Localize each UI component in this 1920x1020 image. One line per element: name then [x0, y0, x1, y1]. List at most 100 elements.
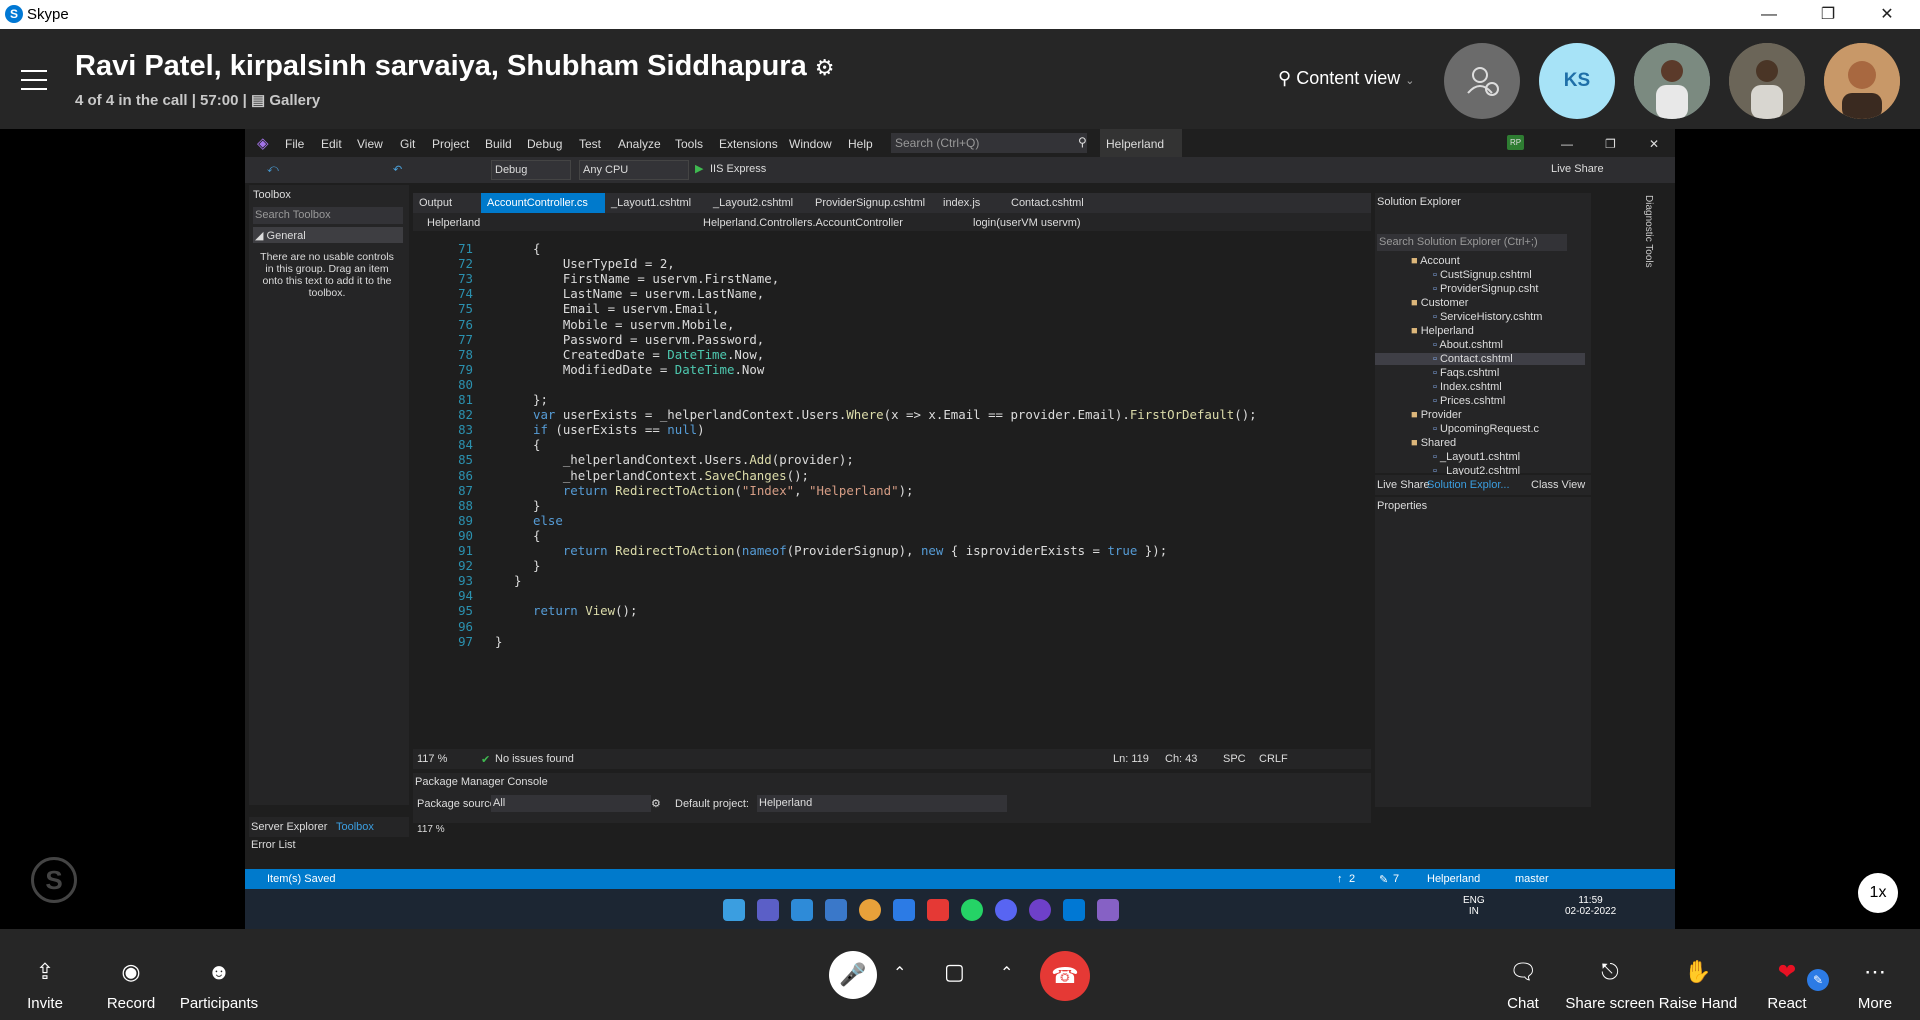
video-options-chevron-icon[interactable]: ⌃ — [1000, 963, 1013, 983]
menu-analyze[interactable]: Analyze — [618, 137, 661, 151]
status-up-count[interactable]: 2 — [1349, 873, 1355, 885]
participant-avatar-photo-3[interactable] — [1824, 43, 1900, 119]
restore-icon[interactable]: ❐ — [1805, 0, 1851, 29]
menu-help[interactable]: Help — [848, 137, 873, 151]
tab-contact[interactable]: Contact.cshtml — [1011, 197, 1084, 209]
menu-git[interactable]: Git — [400, 137, 415, 151]
solution-file[interactable]: ▫ ProviderSignup.csht — [1433, 283, 1538, 295]
teams-icon[interactable] — [757, 899, 779, 921]
share-screen-button[interactable]: ⎋ Share screen — [1565, 929, 1655, 1020]
menu-view[interactable]: View — [357, 137, 383, 151]
more-button[interactable]: ⋯ More — [1830, 929, 1920, 1020]
diagnostic-tools-tab[interactable]: Diagnostic Tools — [1643, 195, 1654, 268]
solution-file[interactable]: ▫ Prices.cshtml — [1433, 395, 1505, 407]
tab-accountcontroller[interactable]: AccountController.cs — [481, 193, 605, 213]
playback-speed-button[interactable]: 1x — [1858, 873, 1898, 913]
run-target[interactable]: IIS Express — [710, 163, 766, 175]
tab-solution-explorer[interactable]: Solution Explor... — [1427, 479, 1510, 491]
vs-close-icon[interactable]: ✕ — [1649, 137, 1659, 151]
content-view-button[interactable]: ⚲ Content view ⌄ — [1278, 68, 1415, 89]
vs-search-box[interactable]: Search (Ctrl+Q) — [891, 133, 1087, 153]
solution-folder[interactable]: ■ Account — [1411, 255, 1460, 267]
add-participant-avatar[interactable] — [1444, 43, 1520, 119]
solution-folder[interactable]: ■ Shared — [1411, 437, 1456, 449]
file-explorer-icon[interactable] — [893, 899, 915, 921]
pmc-project-select[interactable]: Helperland — [757, 795, 1007, 812]
vscode-icon[interactable] — [791, 899, 813, 921]
raise-hand-button[interactable]: ✋ Raise Hand — [1653, 929, 1743, 1020]
solution-folder[interactable]: ■ Customer — [1411, 297, 1468, 309]
solution-file[interactable]: ▫ Contact.cshtml — [1375, 353, 1585, 365]
chrome-icon[interactable] — [859, 899, 881, 921]
hang-up-button[interactable]: ☎ — [1040, 951, 1090, 1001]
chat-button[interactable]: 🗨 Chat — [1478, 929, 1568, 1020]
menu-file[interactable]: File — [285, 137, 304, 151]
mic-options-chevron-icon[interactable]: ⌃ — [893, 963, 906, 983]
tab-class-view[interactable]: Class View — [1531, 479, 1585, 491]
issues-status[interactable]: No issues found — [495, 753, 574, 765]
vs-minimize-icon[interactable]: — — [1561, 137, 1573, 151]
pmc-source-select[interactable]: All — [491, 795, 651, 812]
solution-file[interactable]: ▫ CustSignup.cshtml — [1433, 269, 1532, 281]
menu-window[interactable]: Window — [789, 137, 832, 151]
whatsapp-icon[interactable] — [961, 899, 983, 921]
menu-icon[interactable] — [21, 70, 47, 97]
video-off-icon[interactable]: ▢ — [944, 959, 965, 985]
solution-file[interactable]: ▫ UpcomingRequest.c — [1433, 423, 1539, 435]
tab-toolbox[interactable]: Toolbox — [336, 821, 374, 833]
editor-zoom[interactable]: 117 % — [417, 753, 447, 765]
language-indicator[interactable]: ENG IN — [1463, 895, 1485, 917]
tab-layout2[interactable]: _Layout2.cshtml — [713, 197, 793, 209]
code-editor[interactable]: 71 {72 UserTypeId = 2, 73 FirstName = user… — [413, 231, 1371, 739]
tab-output[interactable]: Output — [419, 197, 452, 209]
nav-class[interactable]: Helperland.Controllers.AccountController — [703, 217, 903, 229]
nav-member[interactable]: login(userVM uservm) — [973, 217, 1081, 229]
status-branch[interactable]: master — [1515, 873, 1549, 885]
visual-studio-taskbar-icon[interactable] — [1097, 899, 1119, 921]
solution-folder[interactable]: ■ Helperland — [1411, 325, 1474, 337]
settings-gear-icon[interactable]: ⚙ — [651, 797, 661, 810]
mail-icon[interactable] — [825, 899, 847, 921]
anydesk-icon[interactable] — [927, 899, 949, 921]
skype-taskbar-icon[interactable] — [1063, 899, 1085, 921]
tab-indexjs[interactable]: index.js — [943, 197, 980, 209]
configuration-select[interactable]: Debug — [491, 160, 571, 180]
tab-live-share[interactable]: Live Share — [1377, 479, 1430, 491]
discord-icon[interactable] — [995, 899, 1017, 921]
code-line[interactable]: 97} — [413, 634, 1371, 652]
error-list-tab[interactable]: Error List — [251, 839, 296, 851]
menu-edit[interactable]: Edit — [321, 137, 342, 151]
participant-avatar-photo-1[interactable] — [1634, 43, 1710, 119]
windows-start-icon[interactable] — [723, 899, 745, 921]
close-icon[interactable]: ✕ — [1864, 0, 1910, 29]
participant-avatar-photo-2[interactable] — [1729, 43, 1805, 119]
gallery-label[interactable]: Gallery — [269, 92, 320, 109]
menu-project[interactable]: Project — [432, 137, 469, 151]
platform-select[interactable]: Any CPU — [579, 160, 689, 180]
nav-project[interactable]: Helperland — [427, 217, 480, 229]
solution-file[interactable]: ▫ ServiceHistory.cshtm — [1433, 311, 1542, 323]
settings-gear-icon[interactable]: ⚙ — [815, 55, 835, 80]
participant-avatar-ks[interactable]: KS — [1539, 43, 1615, 119]
invite-button[interactable]: ⇪ Invite — [0, 929, 90, 1020]
user-badge[interactable]: RP — [1507, 135, 1524, 150]
status-repo[interactable]: Helperland — [1427, 873, 1480, 885]
live-share-button[interactable]: Live Share — [1551, 163, 1604, 175]
pmc-zoom[interactable]: 117 % — [417, 824, 445, 835]
toolbox-search[interactable]: Search Toolbox — [253, 207, 403, 224]
menu-tools[interactable]: Tools — [675, 137, 703, 151]
tab-providersignup[interactable]: ProviderSignup.cshtml — [815, 197, 925, 209]
back-icon[interactable]: ⤺ — [267, 163, 279, 176]
microphone-button[interactable]: 🎤 — [829, 951, 877, 999]
tab-layout1[interactable]: _Layout1.cshtml — [611, 197, 691, 209]
minimize-icon[interactable]: — — [1746, 0, 1792, 29]
github-icon[interactable] — [1029, 899, 1051, 921]
solution-file[interactable]: ▫ Index.cshtml — [1433, 381, 1502, 393]
run-play-icon[interactable]: ▶ — [695, 162, 703, 175]
menu-build[interactable]: Build — [485, 137, 512, 151]
menu-extensions[interactable]: Extensions — [719, 137, 778, 151]
solution-folder[interactable]: ■ Provider — [1411, 409, 1462, 421]
tab-server-explorer[interactable]: Server Explorer — [251, 821, 327, 833]
solution-file[interactable]: ▫ About.cshtml — [1433, 339, 1503, 351]
toolbox-group[interactable]: ◢ General — [253, 227, 403, 243]
